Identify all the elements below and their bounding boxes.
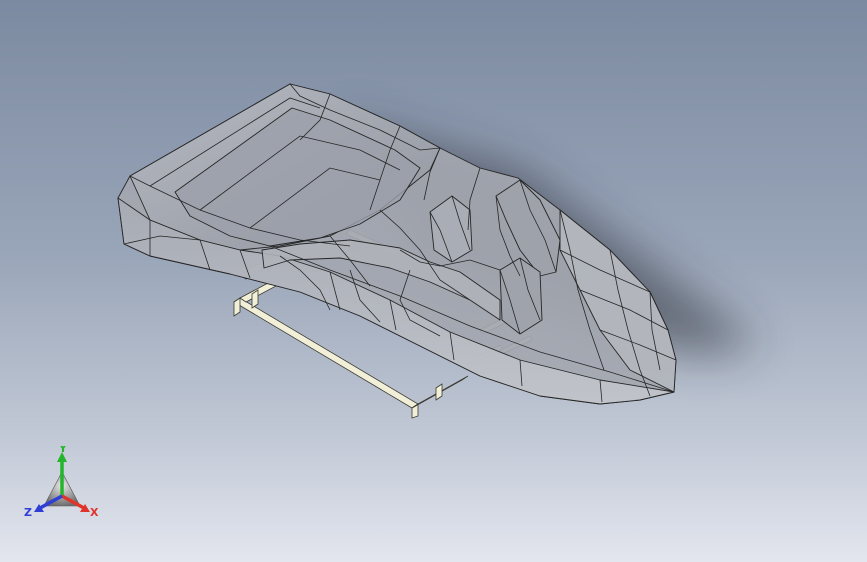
z-axis-label: Z [24, 506, 32, 519]
seat-rear [499, 257, 543, 335]
orientation-triad: Y X Z [24, 446, 99, 519]
y-axis-label: Y [58, 446, 68, 455]
x-axis-label: X [90, 506, 99, 519]
graphics-viewport[interactable]: Y X Z [0, 0, 867, 562]
boat-model-view[interactable] [0, 0, 867, 562]
